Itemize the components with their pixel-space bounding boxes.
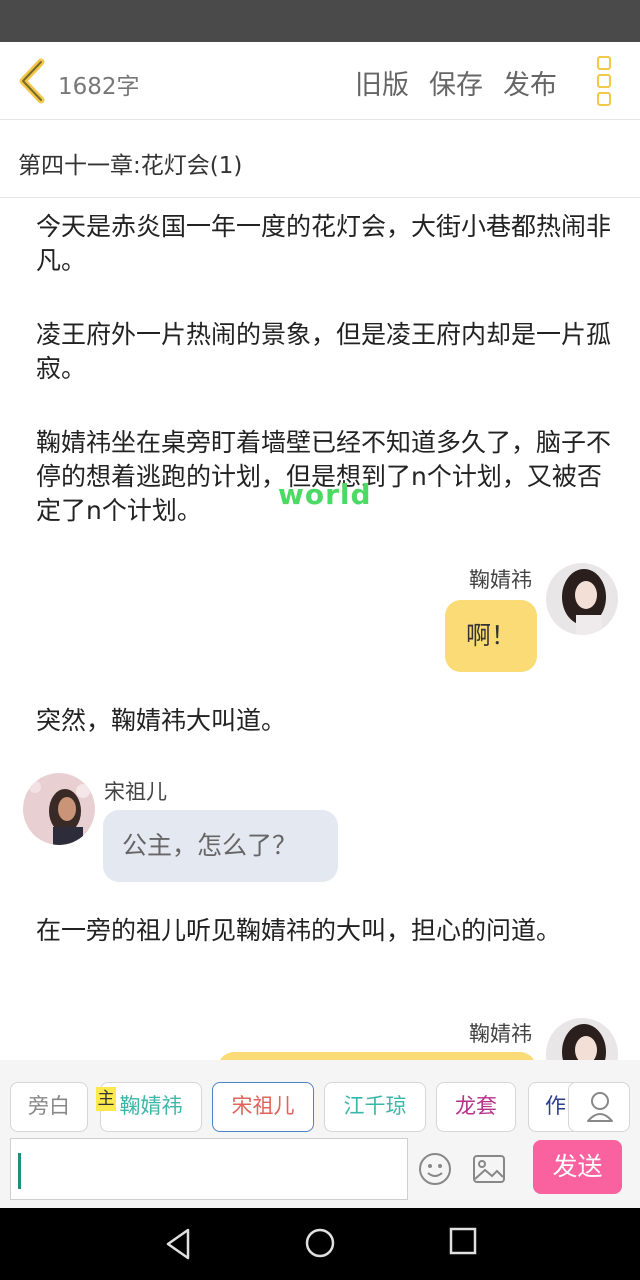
chat-bubble[interactable]: 公主，怎么了？: [103, 810, 338, 882]
avatar[interactable]: [546, 1018, 618, 1060]
publish-button[interactable]: 发布: [503, 63, 557, 102]
chat-bubble[interactable]: [218, 1052, 536, 1060]
narration-paragraph[interactable]: 今天是赤炎国一年一度的花灯会，大街小巷都热闹非凡。: [36, 210, 611, 278]
watermark-text: world: [278, 478, 372, 511]
character-chip[interactable]: 江千琼: [324, 1082, 426, 1132]
character-chip[interactable]: 龙套: [436, 1082, 516, 1132]
text-caret: [18, 1153, 21, 1189]
chat-bubble[interactable]: 啊！: [445, 600, 537, 672]
narration-paragraph[interactable]: 凌王府外一片热闹的景象，但是凌王府内却是一片孤寂。: [36, 318, 611, 386]
home-icon[interactable]: [303, 1226, 337, 1260]
chat-bubble-text: 公主，怎么了？: [122, 831, 298, 860]
word-count: 1682字: [58, 74, 140, 100]
user-icon[interactable]: [568, 1082, 630, 1132]
system-navigation-bar: [0, 1208, 640, 1280]
image-icon[interactable]: [472, 1154, 506, 1184]
send-button[interactable]: 发送: [533, 1140, 622, 1194]
speaker-name: 鞠婧祎: [469, 568, 532, 592]
status-bar: [0, 0, 640, 42]
narration-paragraph[interactable]: 突然，鞠婧祎大叫道。: [36, 704, 611, 738]
emoji-icon[interactable]: [418, 1152, 452, 1186]
message-input[interactable]: [10, 1138, 408, 1200]
chevron-left-icon[interactable]: [14, 58, 50, 104]
old-version-button[interactable]: 旧版: [355, 63, 409, 102]
back-icon[interactable]: [163, 1226, 193, 1262]
save-button[interactable]: 保存: [429, 63, 483, 102]
chat-bubble-text: 啊！: [465, 621, 516, 650]
chapter-title[interactable]: 第四十一章:花灯会(1): [18, 146, 242, 180]
more-vertical-icon[interactable]: [592, 56, 616, 108]
character-chip-selected[interactable]: 宋祖儿: [212, 1082, 314, 1132]
avatar[interactable]: [546, 563, 618, 635]
main-character-badge: 主: [96, 1087, 116, 1111]
editor-header: 1682字 旧版 保存 发布: [0, 42, 640, 120]
avatar[interactable]: [23, 773, 95, 845]
narration-chip[interactable]: 旁白: [10, 1082, 88, 1132]
story-content[interactable]: 今天是赤炎国一年一度的花灯会，大街小巷都热闹非凡。 凌王府外一片热闹的景象，但是…: [0, 198, 640, 1060]
recents-icon[interactable]: [448, 1226, 478, 1256]
narration-paragraph[interactable]: 鞠婧祎坐在桌旁盯着墙壁已经不知道多久了，脑子不停的想着逃跑的计划，但是想到了n个…: [36, 426, 611, 528]
chapter-bar[interactable]: 第四十一章:花灯会(1): [0, 120, 640, 198]
speaker-name: 鞠婧祎: [469, 1022, 532, 1046]
narration-paragraph[interactable]: 在一旁的祖儿听见鞠婧祎的大叫，担心的问道。: [36, 914, 611, 948]
composer: 发送: [0, 1132, 640, 1208]
speaker-name: 宋祖儿: [104, 780, 167, 804]
